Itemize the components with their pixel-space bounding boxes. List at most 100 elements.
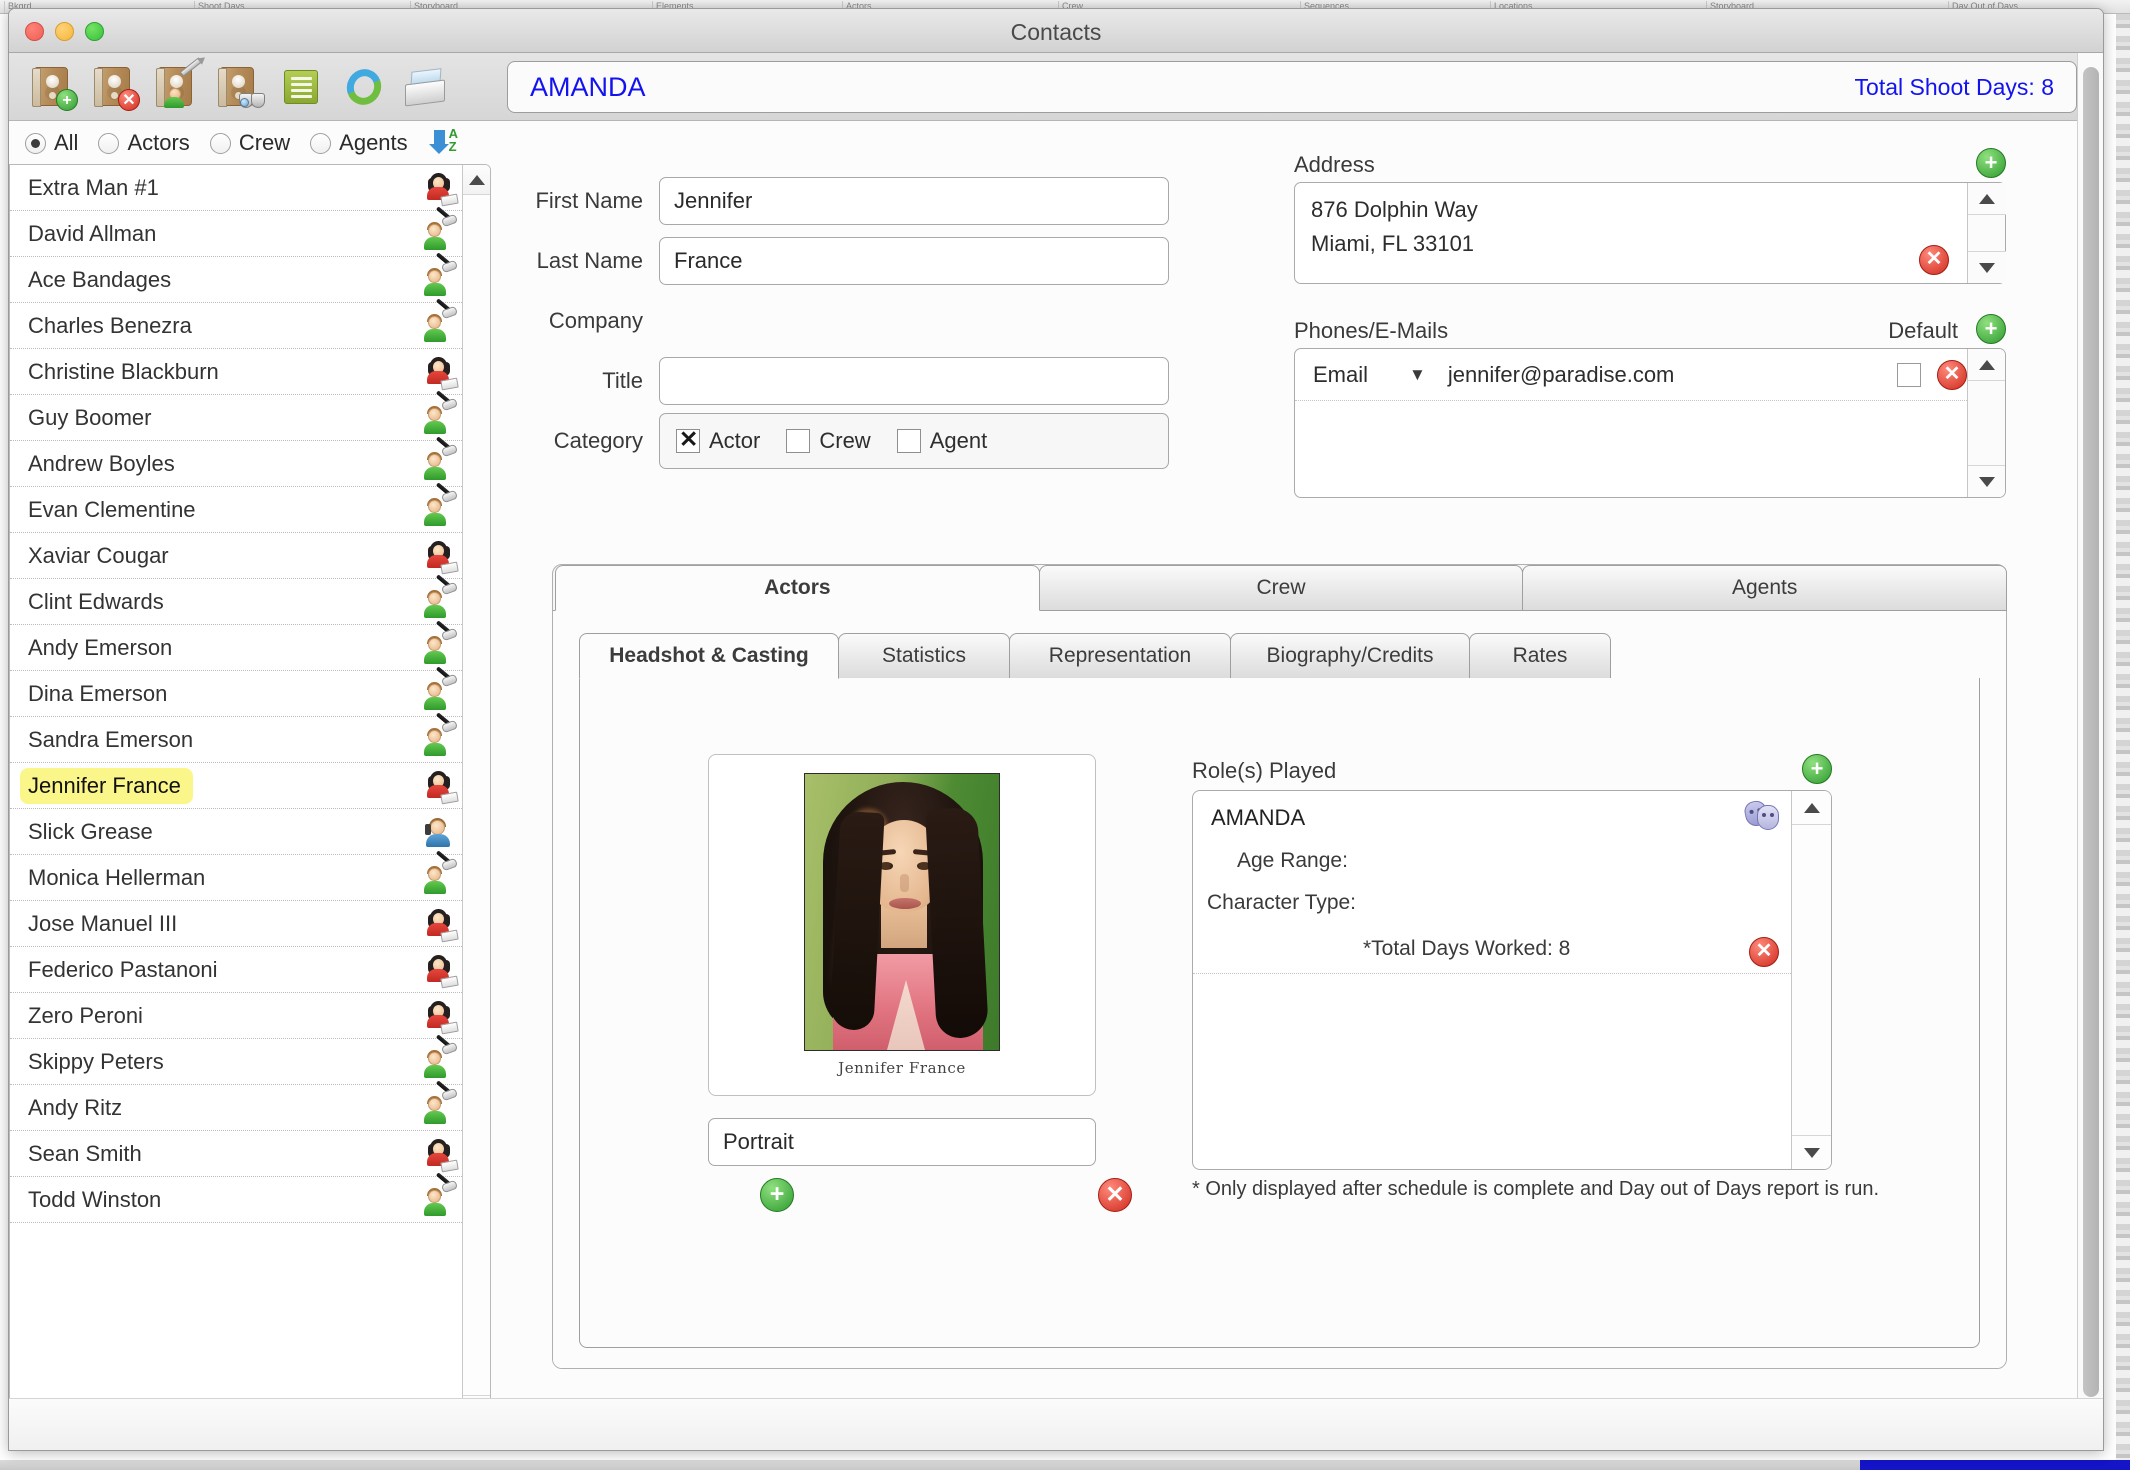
scroll-down-button[interactable] [1792,1135,1831,1169]
tab-headshot-casting[interactable]: Headshot & Casting [579,633,839,679]
phones-scrollbar[interactable] [1967,349,2005,497]
list-item[interactable]: Jennifer France [10,763,462,809]
list-item[interactable]: Xaviar Cougar [10,533,462,579]
list-item[interactable]: Ace Bandages [10,251,462,303]
headshot-card[interactable]: Jennifer France [708,754,1096,1096]
contact-name: Todd Winston [28,1186,162,1212]
list-item[interactable]: Christine Blackburn [10,349,462,395]
delete-address-button[interactable]: ✕ [1919,245,1949,275]
tab-statistics[interactable]: Statistics [838,633,1010,679]
scroll-up-button[interactable] [463,165,490,195]
theatre-masks-icon[interactable] [1742,798,1779,830]
address-header: Address + [1294,144,2006,178]
list-item[interactable]: Clint Edwards [10,573,462,625]
sort-az-icon[interactable]: AZ [428,127,468,158]
role-character-type-label: Character Type: [1207,891,1357,914]
last-name-input[interactable] [659,237,1169,285]
scroll-down-button[interactable] [1968,465,2005,497]
filter-radio-all[interactable]: All [25,130,78,156]
background-bottom-strip [0,1460,2130,1470]
tab-agents[interactable]: Agents [1522,565,2008,611]
edit-contact-button[interactable] [153,56,203,110]
primary-tabstrip: Actors Crew Agents [553,565,2008,611]
address-title: Address [1294,152,1375,177]
list-item[interactable]: Guy Boomer [10,389,462,441]
roles-header: Role(s) Played + [1192,748,1832,784]
refresh-button[interactable] [339,63,387,110]
window-scrollbar[interactable] [2077,53,2103,1450]
list-item[interactable]: Dina Emerson [10,665,462,717]
list-item[interactable]: Charles Benezra [10,297,462,349]
tab-crew[interactable]: Crew [1038,565,1524,611]
tab-biography-credits[interactable]: Biography/Credits [1230,633,1470,679]
category-checkbox-crew[interactable]: Crew [786,428,871,454]
crew-icon [422,665,459,711]
crew-icon [422,1079,459,1125]
add-phone-button[interactable]: + [1976,314,2006,344]
add-photo-button[interactable]: + [760,1178,794,1212]
list-item[interactable]: Evan Clementine [10,481,462,533]
company-empty-area [659,297,1169,345]
list-item[interactable]: Jose Manuel III [10,901,462,947]
crew-icon [422,711,459,757]
checkbox-icon [786,429,811,453]
contact-name-bar[interactable]: AMANDA Total Shoot Days: 8 [507,61,2077,113]
print-button[interactable] [401,64,449,110]
list-item[interactable]: Skippy Peters [10,1033,462,1085]
delete-phone-button[interactable]: ✕ [1937,359,1967,390]
list-item[interactable]: Zero Peroni [10,993,462,1039]
scroll-up-button[interactable] [1792,791,1831,825]
contact-list-scrollbar[interactable] [462,165,490,1425]
list-item[interactable]: Andrew Boyles [10,435,462,487]
role-entry[interactable]: AMANDA Age Range: Character Type: *Total… [1193,791,1791,974]
list-item[interactable]: Monica Hellerman [10,849,462,901]
category-checkbox-actor[interactable]: Actor [676,425,760,454]
scroll-down-button[interactable] [1968,251,2006,283]
category-checkbox-agent[interactable]: Agent [896,428,987,454]
default-checkbox[interactable] [1897,362,1921,387]
phone-value: jennifer@paradise.com [1447,361,1675,387]
phone-row[interactable]: Email ▼ jennifer@paradise.com ✕ [1295,349,1967,401]
headshot-casting-panel: Jennifer France + ✕ Role(s) Played + [579,678,1980,1348]
title-input[interactable] [659,357,1169,405]
delete-photo-button[interactable]: ✕ [1098,1178,1132,1212]
filter-label-all: All [54,130,79,155]
filter-radio-actors[interactable]: Actors [98,130,190,156]
add-address-button[interactable]: + [1976,148,2006,178]
list-item[interactable]: Andy Emerson [10,619,462,671]
list-item[interactable]: Federico Pastanoni [10,947,462,993]
checkbox-icon [896,429,921,453]
list-item[interactable]: Extra Man #1 [10,165,462,211]
list-item[interactable]: Sean Smith [10,1131,462,1177]
scroll-up-button[interactable] [1968,183,2006,215]
contact-name: David Allman [28,220,157,246]
tab-actors[interactable]: Actors [555,565,1040,611]
list-item[interactable]: David Allman [10,205,462,257]
window-scrollbar-thumb[interactable] [2083,67,2099,1397]
contact-name: Federico Pastanoni [28,956,218,982]
roles-scrollbar[interactable] [1791,791,1831,1169]
headshot-photo [804,773,1000,1051]
add-role-button[interactable]: + [1802,754,1832,784]
scroll-up-button[interactable] [1968,349,2005,381]
list-item[interactable]: Todd Winston [10,1171,462,1223]
list-item[interactable]: Sandra Emerson [10,711,462,763]
tab-representation[interactable]: Representation [1009,633,1231,679]
find-contact-button[interactable] [215,64,265,110]
add-contact-button[interactable]: + [29,64,78,111]
list-item[interactable]: Slick Grease [10,809,462,855]
address-scrollbar[interactable] [1967,183,2006,283]
filter-radio-crew[interactable]: Crew [209,130,290,156]
delete-role-button[interactable]: ✕ [1749,937,1779,967]
contact-list: Extra Man #1 David Allman Ace Bandages Char… [10,165,462,1425]
chevron-down-icon[interactable]: ▼ [1409,365,1426,385]
list-item[interactable]: Andy Ritz [10,1079,462,1131]
role-name: AMANDA [1211,805,1306,830]
filter-radio-agents[interactable]: Agents [310,130,408,156]
tab-rates[interactable]: Rates [1469,633,1611,679]
delete-contact-button[interactable]: ✕ [91,64,140,111]
portrait-label-input[interactable] [708,1118,1096,1166]
first-name-input[interactable] [659,177,1169,225]
list-view-button[interactable] [277,64,325,110]
address-field[interactable]: 876 Dolphin Way Miami, FL 33101 ✕ [1294,182,2006,284]
